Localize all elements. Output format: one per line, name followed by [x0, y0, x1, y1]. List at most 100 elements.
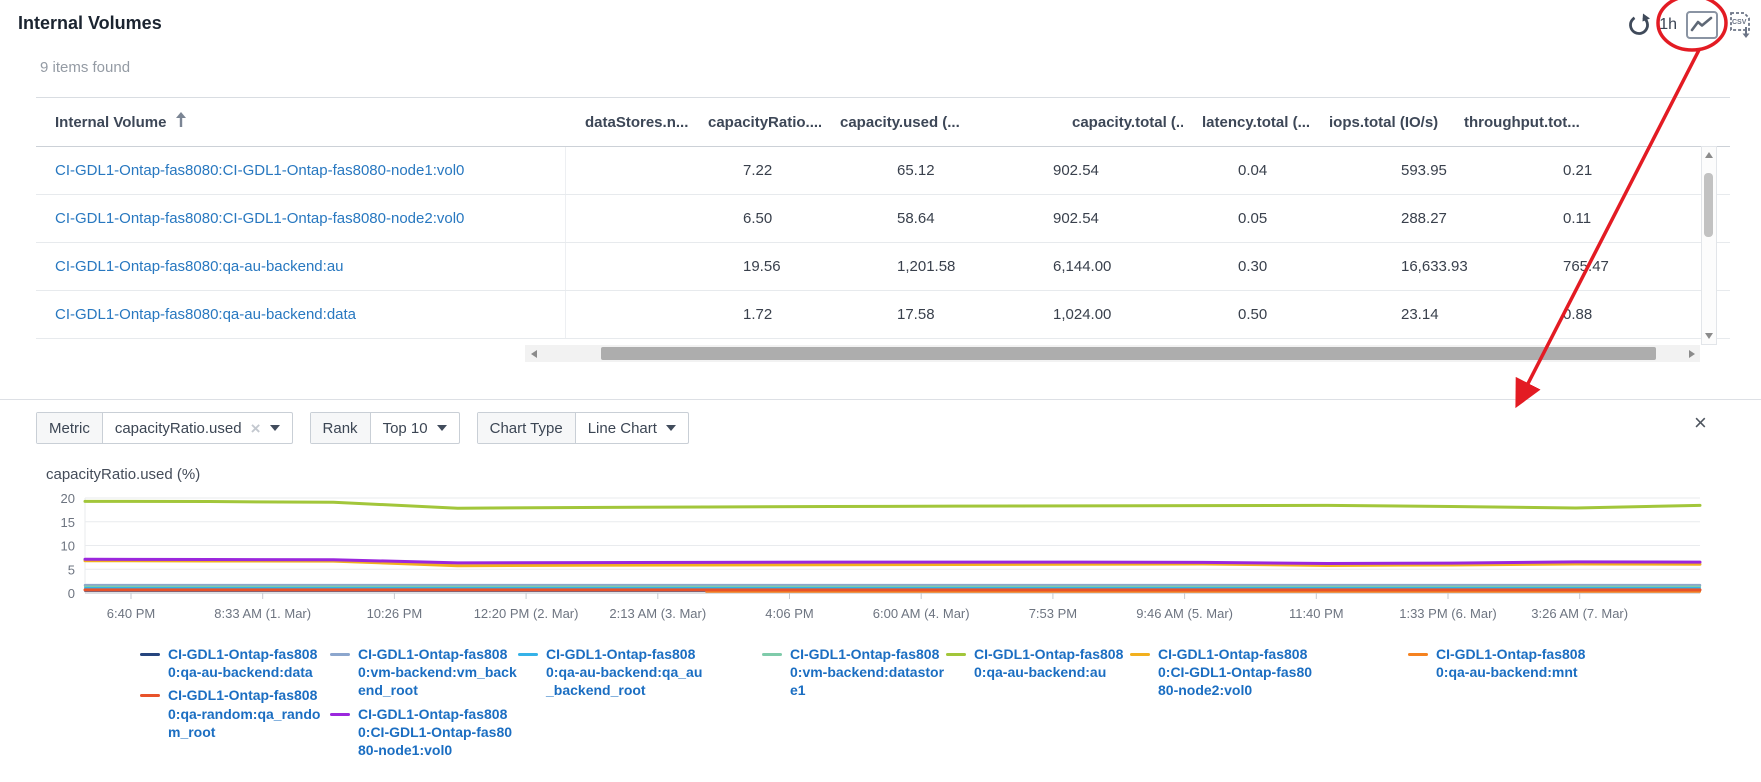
value-cell: 593.95 — [1310, 162, 1445, 179]
legend-item[interactable]: CI-GDL1-Ontap-fas8080:qa-au-backend:data — [140, 645, 330, 681]
vertical-scrollbar-thumb[interactable] — [1704, 173, 1713, 237]
value-cell: 17.58 — [821, 306, 1053, 323]
chevron-down-icon — [270, 425, 280, 431]
legend-column: CI-GDL1-Ontap-fas8080:CI-GDL1-Ontap-fas8… — [1130, 645, 1320, 705]
legend-item[interactable]: CI-GDL1-Ontap-fas8080:CI-GDL1-Ontap-fas8… — [330, 705, 520, 760]
value-cell: 0.30 — [1183, 258, 1310, 275]
volume-link[interactable]: CI-GDL1-Ontap-fas8080:qa-au-backend:au — [55, 258, 344, 275]
rank-dropdown[interactable]: Rank Top 10 — [310, 412, 460, 444]
legend-item[interactable]: CI-GDL1-Ontap-fas8080:qa-random:qa_rando… — [140, 686, 330, 741]
legend-item[interactable]: CI-GDL1-Ontap-fas8080:vm-backend:vm_back… — [330, 645, 520, 700]
legend-item[interactable]: CI-GDL1-Ontap-fas8080:qa-au-backend:au — [946, 645, 1136, 681]
horizontal-scrollbar-thumb[interactable] — [601, 347, 1656, 360]
down-triangle-icon — [1705, 333, 1713, 339]
legend-swatch-icon — [762, 653, 782, 656]
legend-item[interactable]: CI-GDL1-Ontap-fas8080:qa-au-backend:qa_a… — [518, 645, 708, 700]
x-tick-label: 3:26 AM (7. Mar) — [1531, 606, 1628, 621]
x-tick-label: 6:00 AM (4. Mar) — [873, 606, 970, 621]
value-cell: 0.11 — [1445, 210, 1585, 227]
value-cell: 0.21 — [1445, 162, 1585, 179]
volume-name-cell: CI-GDL1-Ontap-fas8080:qa-au-backend:au — [36, 243, 566, 290]
column-header-latency-total[interactable]: latency.total (... — [1183, 114, 1310, 131]
value-cell: 1.72 — [689, 306, 821, 323]
expand-chart-icon[interactable] — [1685, 10, 1719, 40]
value-cell: 16,633.93 — [1310, 258, 1445, 275]
chart-type-value: Line Chart — [588, 420, 657, 437]
value-cell: 0.88 — [1445, 306, 1585, 323]
column-header-capacity-total[interactable]: capacity.total (... — [1053, 114, 1183, 131]
legend-label: CI-GDL1-Ontap-fas8080:vm-backend:datasto… — [790, 645, 950, 700]
metric-value: capacityRatio.used — [115, 420, 242, 437]
page-title: Internal Volumes — [18, 13, 162, 34]
value-cell: 902.54 — [1053, 210, 1183, 227]
volume-link[interactable]: CI-GDL1-Ontap-fas8080:qa-au-backend:data — [55, 306, 356, 323]
value-cell: 6.50 — [689, 210, 821, 227]
value-cell: 65.12 — [821, 162, 1053, 179]
scroll-down-arrow[interactable] — [1702, 328, 1716, 344]
column-header-label: Internal Volume — [55, 114, 166, 131]
section-divider — [0, 399, 1761, 400]
legend-item[interactable]: CI-GDL1-Ontap-fas8080:qa-au-backend:mnt — [1408, 645, 1598, 681]
legend-swatch-icon — [330, 713, 350, 716]
legend-label: CI-GDL1-Ontap-fas8080:qa-au-backend:qa_a… — [546, 645, 706, 700]
column-header-capacity-ratio[interactable]: capacityRatio.... — [689, 114, 821, 131]
scroll-left-arrow[interactable] — [525, 345, 542, 362]
horizontal-scrollbar[interactable] — [525, 345, 1700, 362]
legend-item[interactable]: CI-GDL1-Ontap-fas8080:vm-backend:datasto… — [762, 645, 952, 700]
volume-link[interactable]: CI-GDL1-Ontap-fas8080:CI-GDL1-Ontap-fas8… — [55, 210, 464, 227]
legend-swatch-icon — [140, 694, 160, 697]
value-cell: 902.54 — [1053, 162, 1183, 179]
legend-column: CI-GDL1-Ontap-fas8080:vm-backend:datasto… — [762, 645, 952, 705]
close-chart-panel-button[interactable]: × — [1694, 412, 1707, 434]
column-header-datastores[interactable]: dataStores.n... — [566, 114, 689, 131]
volume-name-cell: CI-GDL1-Ontap-fas8080:CI-GDL1-Ontap-fas8… — [36, 195, 566, 242]
refresh-icon[interactable] — [1627, 13, 1651, 37]
x-tick-label: 10:26 PM — [367, 606, 423, 621]
csv-export-icon[interactable]: CSV — [1727, 11, 1753, 39]
chart-type-dropdown[interactable]: Chart Type Line Chart — [477, 412, 689, 444]
column-header-internal-volume[interactable]: Internal Volume — [36, 112, 566, 132]
y-tick-label: 15 — [61, 515, 75, 530]
left-triangle-icon — [531, 350, 537, 358]
scroll-up-arrow[interactable] — [1702, 147, 1716, 163]
column-header-capacity-used[interactable]: capacity.used (... — [821, 114, 1053, 131]
table-row: CI-GDL1-Ontap-fas8080:qa-au-backend:au19… — [36, 243, 1730, 291]
right-triangle-icon — [1689, 350, 1695, 358]
value-cell: 0.50 — [1183, 306, 1310, 323]
legend-swatch-icon — [1130, 653, 1150, 656]
column-header-throughput-total[interactable]: throughput.tot... — [1445, 114, 1585, 131]
legend-column: CI-GDL1-Ontap-fas8080:qa-au-backend:au — [946, 645, 1136, 686]
scroll-right-arrow[interactable] — [1683, 345, 1700, 362]
y-tick-label: 20 — [61, 491, 75, 506]
legend-label: CI-GDL1-Ontap-fas8080:qa-au-backend:au — [974, 645, 1134, 681]
metric-dropdown[interactable]: Metric capacityRatio.used × — [36, 412, 293, 444]
value-cell: 288.27 — [1310, 210, 1445, 227]
value-cell: 58.64 — [821, 210, 1053, 227]
legend-swatch-icon — [946, 653, 966, 656]
legend-item[interactable]: CI-GDL1-Ontap-fas8080:CI-GDL1-Ontap-fas8… — [1130, 645, 1320, 700]
clear-metric-icon[interactable]: × — [251, 420, 261, 437]
x-tick-label: 4:06 PM — [765, 606, 813, 621]
series-line — [85, 501, 1700, 508]
volume-link[interactable]: CI-GDL1-Ontap-fas8080:CI-GDL1-Ontap-fas8… — [55, 162, 464, 179]
chevron-down-icon — [666, 425, 676, 431]
x-tick-label: 7:53 PM — [1029, 606, 1077, 621]
time-range-selector[interactable]: 1h — [1659, 16, 1677, 34]
chart-controls-bar: Metric capacityRatio.used × Rank Top 10 … — [36, 412, 689, 444]
legend-label: CI-GDL1-Ontap-fas8080:CI-GDL1-Ontap-fas8… — [1158, 645, 1318, 700]
volume-name-cell: CI-GDL1-Ontap-fas8080:qa-au-backend:data — [36, 291, 566, 338]
svg-text:CSV: CSV — [1732, 19, 1747, 26]
y-tick-label: 0 — [68, 586, 75, 601]
value-cell: 765.47 — [1445, 258, 1585, 275]
vertical-scrollbar[interactable] — [1701, 146, 1717, 345]
value-cell: 6,144.00 — [1053, 258, 1183, 275]
legend-swatch-icon — [1408, 653, 1428, 656]
x-tick-label: 2:13 AM (3. Mar) — [609, 606, 706, 621]
up-triangle-icon — [1705, 152, 1713, 158]
column-header-iops-total[interactable]: iops.total (IO/s) — [1310, 114, 1445, 131]
x-tick-label: 9:46 AM (5. Mar) — [1136, 606, 1233, 621]
x-tick-label: 11:40 PM — [1289, 606, 1344, 621]
table-body: CI-GDL1-Ontap-fas8080:CI-GDL1-Ontap-fas8… — [36, 147, 1730, 339]
volume-name-cell: CI-GDL1-Ontap-fas8080:CI-GDL1-Ontap-fas8… — [36, 147, 566, 194]
table-row: CI-GDL1-Ontap-fas8080:CI-GDL1-Ontap-fas8… — [36, 147, 1730, 195]
